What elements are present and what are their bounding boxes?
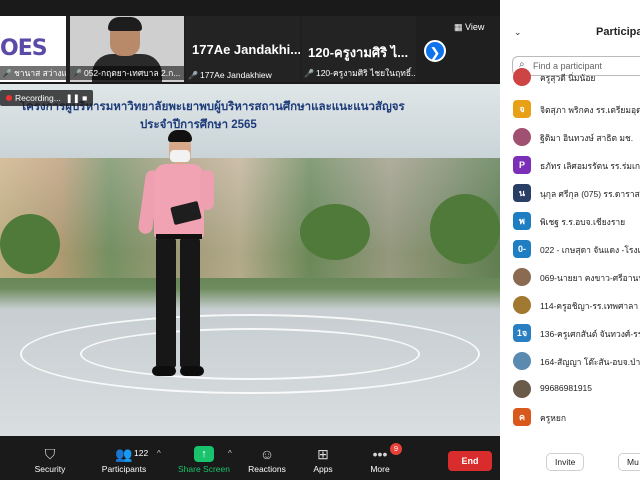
presenter-leg bbox=[180, 238, 200, 368]
participant-tile-name[interactable]: 177Ae Jandakhi... 🎤 177Ae Jandakhiew bbox=[186, 16, 300, 82]
security-button[interactable]: ⛉ Security bbox=[20, 444, 80, 474]
participant-row[interactable]: ฐิติมา อินทวงษ์ สาธิต มช. bbox=[500, 126, 640, 150]
participant-row[interactable]: 0- 022 - เกษสุดา จันแดง -โรงเรียน bbox=[500, 238, 640, 262]
participant-name: นุกุล ศรีกุล (075) รร.ดาราสมุทร bbox=[540, 189, 640, 199]
recording-controls[interactable]: ❚❚ ■ bbox=[66, 93, 88, 103]
arrow-up-icon: ↑ bbox=[194, 446, 214, 462]
participant-row[interactable]: 114-ครูอชิญา-รร.เทพศาลา bbox=[500, 294, 640, 318]
participant-row[interactable]: 164-สัญญา โต๊ะสัน-อบจ.ป่าซาง bbox=[500, 350, 640, 374]
participant-name: 99686981915 bbox=[540, 383, 593, 393]
participant-avatar bbox=[513, 68, 531, 86]
next-page-icon[interactable]: ❯ bbox=[424, 40, 446, 62]
participant-tile-logo[interactable]: OES 🎤ชานาส สว่างแก้ว bbox=[0, 16, 66, 82]
oes-logo: OES bbox=[0, 36, 48, 61]
participant-row[interactable]: 1จ 136-ครูเศกสันต์ จันทวงศ์-รร. bbox=[500, 322, 640, 346]
participant-name: ธภัทร เลิศอมรรัตน รร.ร่มเกล้า bbox=[540, 161, 640, 171]
tree-shape bbox=[300, 204, 370, 260]
participants-panel: ⌄ Participants ⌕ Find a participant ครูส… bbox=[500, 0, 640, 480]
tile-name: 🎤 177Ae Jandakhiew bbox=[188, 70, 272, 80]
participant-name: 069-นายยา คงขาว-ศรีอานนท์ bbox=[540, 273, 640, 283]
participant-avatar bbox=[513, 380, 531, 398]
participant-avatar bbox=[513, 128, 531, 146]
apps-icon: ⊞ bbox=[317, 446, 329, 462]
tree-shape bbox=[0, 214, 60, 274]
participant-row[interactable]: น นุกุล ศรีกุล (075) รร.ดาราสมุทร bbox=[500, 182, 640, 206]
participant-name: 136-ครูเศกสันต์ จันทวงศ์-รร. bbox=[540, 329, 640, 339]
caret-up-icon[interactable]: ^ bbox=[157, 449, 161, 458]
participant-name: จิตสุภา พริกคง รร.เตรียมอุดม bbox=[540, 105, 640, 115]
end-meeting-button[interactable]: End bbox=[448, 451, 492, 471]
meeting-area: OES 🎤ชานาส สว่างแก้ว 🎤052-กฤตยา-เทศบาล 2… bbox=[0, 0, 500, 480]
tree-shape bbox=[430, 194, 500, 264]
participant-avatar: ค bbox=[513, 408, 531, 426]
panel-header: ⌄ Participants bbox=[500, 22, 640, 42]
tile-big-name: 120-ครูงามศิริ ไ... bbox=[308, 45, 409, 60]
zoom-window: OES 🎤ชานาส สว่างแก้ว 🎤052-กฤตยา-เทศบาล 2… bbox=[0, 0, 640, 480]
participant-name: ฐิติมา อินทวงษ์ สาธิต มช. bbox=[540, 133, 634, 143]
smile-plus-icon: ☺ bbox=[259, 446, 275, 462]
presenter-belt bbox=[156, 234, 202, 239]
participant-avatar: พ bbox=[513, 212, 531, 230]
muted-mic-icon: 🎤 bbox=[304, 69, 314, 78]
participant-strip: OES 🎤ชานาส สว่างแก้ว 🎤052-กฤตยา-เทศบาล 2… bbox=[0, 16, 500, 82]
participant-avatar: น bbox=[513, 184, 531, 202]
participants-count: 122 bbox=[134, 448, 149, 458]
reactions-button[interactable]: ☺ Reactions bbox=[237, 444, 297, 474]
participant-row[interactable]: P ธภัทร เลิศอมรรัตน รร.ร่มเกล้า bbox=[500, 154, 640, 178]
participant-avatar: 0- bbox=[513, 240, 531, 258]
participant-name: ครูสุวดี นิ่มน้อย bbox=[540, 73, 596, 83]
participant-row[interactable]: พ พิเชฐ ร.ร.อบจ.เชียงราย bbox=[500, 210, 640, 234]
presenter-hair bbox=[168, 130, 192, 142]
presenter-arm bbox=[200, 170, 214, 210]
record-dot-icon bbox=[6, 95, 12, 101]
muted-mic-icon: 🎤 bbox=[2, 69, 12, 78]
campus-backdrop bbox=[0, 158, 500, 278]
presenter bbox=[137, 130, 218, 436]
tile-name: 🎤 120-ครูงามศิริ ไชยในฤทธิ์... bbox=[304, 68, 416, 78]
participant-name: ครูหยก bbox=[540, 413, 566, 423]
participant-avatar bbox=[513, 268, 531, 286]
video-hair bbox=[108, 17, 142, 31]
participant-avatar: P bbox=[513, 156, 531, 174]
presenter-shoe bbox=[180, 366, 204, 376]
tile-big-name: 177Ae Jandakhi... bbox=[192, 42, 300, 57]
participant-name: 114-ครูอชิญา-รร.เทพศาลา bbox=[540, 301, 639, 311]
participant-row[interactable]: จ จิตสุภา พริกคง รร.เตรียมอุดม bbox=[500, 98, 640, 122]
presenter-shoe bbox=[152, 366, 176, 376]
participant-avatar: 1จ bbox=[513, 324, 531, 342]
panel-title: Participants bbox=[596, 26, 640, 38]
participant-row[interactable]: ค ครูหยก bbox=[500, 406, 640, 430]
participant-tile-video[interactable]: 🎤 052-กฤตยา-เทศบาล 2.ก... bbox=[70, 16, 184, 82]
mute-all-button[interactable]: Mu bbox=[618, 453, 640, 471]
participant-row[interactable]: 069-นายยา คงขาว-ศรีอานนท์ bbox=[500, 266, 640, 290]
muted-mic-icon: 🎤 bbox=[188, 71, 198, 80]
participant-avatar bbox=[513, 352, 531, 370]
tile-name: 🎤 052-กฤตยา-เทศบาล 2.ก... bbox=[70, 66, 184, 80]
meeting-toolbar: ⛉ Security 👥 Participants 122 ^ ↑ Share … bbox=[0, 440, 500, 480]
participant-tile-name[interactable]: 120-ครูงามศิริ ไ... 🎤 120-ครูงามศิริ ไชยใ… bbox=[302, 16, 416, 82]
view-button[interactable]: ▦ View bbox=[454, 22, 484, 33]
participant-row[interactable]: ครูสุวดี นิ่มน้อย bbox=[500, 66, 640, 90]
presenter-leg bbox=[156, 238, 176, 368]
floor-ring bbox=[80, 328, 420, 380]
participant-name: 164-สัญญา โต๊ะสัน-อบจ.ป่าซาง bbox=[540, 357, 640, 367]
panel-footer: Invite Mu bbox=[500, 450, 640, 480]
chevron-down-icon[interactable]: ⌄ bbox=[514, 27, 522, 38]
invite-button[interactable]: Invite bbox=[546, 453, 585, 471]
shared-stage-video: โครงการผู้บริหารมหาวิทยาลัยพะเยาพบผู้บริ… bbox=[0, 84, 500, 436]
apps-button[interactable]: ⊞ Apps bbox=[293, 444, 353, 474]
share-screen-button[interactable]: ↑ Share Screen bbox=[174, 444, 234, 474]
recording-indicator[interactable]: Recording... ❚❚ ■ bbox=[0, 90, 94, 106]
participant-name: 022 - เกษสุดา จันแดง -โรงเรียน bbox=[540, 245, 640, 255]
caret-up-icon[interactable]: ^ bbox=[228, 449, 232, 458]
participant-avatar: จ bbox=[513, 100, 531, 118]
muted-mic-icon: 🎤 bbox=[72, 69, 82, 78]
more-badge: 9 bbox=[390, 443, 402, 455]
face-mask bbox=[170, 150, 190, 162]
participant-avatar bbox=[513, 296, 531, 314]
participant-name: พิเชฐ ร.ร.อบจ.เชียงราย bbox=[540, 217, 626, 227]
tile-name: 🎤ชานาส สว่างแก้ว bbox=[0, 66, 66, 80]
shield-icon: ⛉ bbox=[44, 446, 56, 462]
participant-row[interactable]: 99686981915 bbox=[500, 378, 640, 402]
